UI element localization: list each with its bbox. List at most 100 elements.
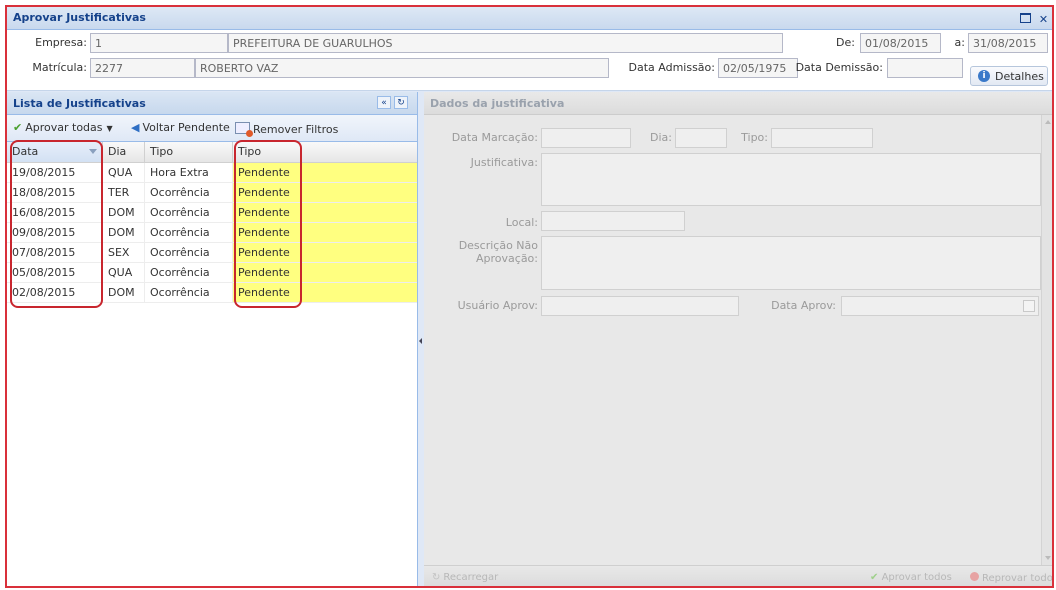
marking-date-label: Data Marcação: [451, 131, 538, 144]
column-header-dia[interactable]: Dia [103, 142, 145, 162]
close-icon: ✕ [1038, 13, 1049, 26]
cell-status: Pendente [233, 183, 417, 202]
justifications-grid: Data Dia Tipo Tipo 19/08/2015 QUA Hora E… [7, 142, 417, 303]
cell-dia: SEX [103, 243, 145, 262]
list-toolbar: ✔ Aprovar todas ▼ ◀ Voltar Pendente Remover… [7, 115, 417, 142]
details-scrollbar[interactable] [1041, 115, 1052, 565]
details-button[interactable]: i Detalhes [970, 66, 1048, 86]
justifications-list-panel: Lista de Justificativas « ↻ ✔ Aprovar tod… [7, 92, 418, 586]
cell-dia: TER [103, 183, 145, 202]
cell-data: 18/08/2015 [7, 183, 103, 202]
cell-data: 19/08/2015 [7, 163, 103, 182]
rejection-description-label-line2: Aprovação: [476, 252, 538, 265]
reject-icon [970, 572, 979, 581]
back-pending-label: Voltar Pendente [142, 121, 230, 134]
calendar-icon[interactable] [1023, 300, 1035, 312]
employee-name-field[interactable]: ROBERTO VAZ [195, 58, 609, 78]
empresa-code-field[interactable]: 1 [90, 33, 228, 53]
close-button[interactable]: ✕ [1037, 13, 1050, 26]
table-row[interactable]: 07/08/2015 SEX Ocorrência Pendente [7, 243, 417, 263]
marking-date-field[interactable] [541, 128, 631, 148]
table-row[interactable]: 05/08/2015 QUA Ocorrência Pendente [7, 263, 417, 283]
window-controls: ✕ [1017, 11, 1051, 26]
column-header-tipo[interactable]: Tipo [145, 142, 233, 162]
cell-dia: DOM [103, 203, 145, 222]
restore-button[interactable] [1019, 11, 1032, 24]
check-icon: ✔ [13, 121, 23, 134]
cell-status: Pendente [233, 163, 417, 182]
window-titlebar: Aprovar Justificativas ✕ [7, 7, 1052, 30]
remove-filter-icon [235, 122, 253, 137]
justification-textarea[interactable] [541, 153, 1041, 206]
grid-header: Data Dia Tipo Tipo [7, 142, 417, 163]
details-button-label: Detalhes [995, 70, 1044, 83]
cell-dia: DOM [103, 223, 145, 242]
cell-data: 05/08/2015 [7, 263, 103, 282]
cell-tipo: Ocorrência [145, 283, 233, 302]
matricula-field[interactable]: 2277 [90, 58, 195, 78]
rejection-description-textarea[interactable] [541, 236, 1041, 290]
date-to-label: a: [954, 36, 965, 49]
table-row[interactable]: 18/08/2015 TER Ocorrência Pendente [7, 183, 417, 203]
cell-status: Pendente [233, 263, 417, 282]
admission-date-label: Data Admissão: [628, 61, 716, 74]
location-label: Local: [505, 216, 538, 229]
chevron-down-icon: ▼ [106, 124, 113, 133]
cell-data: 16/08/2015 [7, 203, 103, 222]
reload-button-label: Recarregar [443, 572, 499, 583]
cell-status: Pendente [233, 223, 417, 242]
approve-all-button-label: Aprovar todos [881, 572, 952, 583]
cell-status: Pendente [233, 283, 417, 302]
employee-header: Empresa: 1 PREFEITURA DE GUARULHOS De: 0… [7, 30, 1052, 91]
cell-data: 07/08/2015 [7, 243, 103, 262]
justification-label: Justificativa: [470, 156, 538, 169]
approval-date-field[interactable] [841, 296, 1039, 316]
justification-details-panel: Dados da justificativa Data Marcação: Di… [424, 92, 1054, 586]
day-field[interactable] [675, 128, 727, 148]
sort-desc-icon [89, 149, 97, 154]
cell-data: 02/08/2015 [7, 283, 103, 302]
details-panel-header: Dados da justificativa [424, 92, 1052, 115]
cell-dia: DOM [103, 283, 145, 302]
column-header-status[interactable]: Tipo [233, 142, 417, 162]
reject-all-button-label: Reprovar todos [982, 573, 1054, 584]
panel-splitter[interactable] [418, 92, 423, 586]
reload-button[interactable]: ↻ Recarregar [432, 572, 498, 583]
cell-data: 09/08/2015 [7, 223, 103, 242]
scroll-down-icon[interactable] [1045, 556, 1051, 560]
approver-user-field[interactable] [541, 296, 739, 316]
scroll-up-icon[interactable] [1045, 120, 1051, 124]
back-pending-button[interactable]: ◀ Voltar Pendente [131, 121, 230, 134]
refresh-icon: ↻ [432, 572, 441, 583]
remove-filters-label: Remover Filtros [253, 123, 339, 136]
date-to-field[interactable]: 31/08/2015 [968, 33, 1048, 53]
table-row[interactable]: 16/08/2015 DOM Ocorrência Pendente [7, 203, 417, 223]
empresa-name-field[interactable]: PREFEITURA DE GUARULHOS [228, 33, 783, 53]
collapse-arrow-icon [419, 338, 422, 344]
table-row[interactable]: 19/08/2015 QUA Hora Extra Pendente [7, 163, 417, 183]
approval-date-label: Data Aprov: [771, 299, 836, 312]
cell-status: Pendente [233, 243, 417, 262]
location-field[interactable] [541, 211, 685, 231]
cell-tipo: Ocorrência [145, 183, 233, 202]
type-label: Tipo: [741, 131, 768, 144]
list-panel-header: Lista de Justificativas « ↻ [7, 92, 417, 115]
day-label: Dia: [650, 131, 672, 144]
reject-all-button[interactable]: Reprovar todos [970, 572, 1054, 584]
empresa-label: Empresa: [35, 36, 87, 49]
approve-all-dropdown[interactable]: ✔ Aprovar todas ▼ [13, 121, 113, 134]
table-row[interactable]: 09/08/2015 DOM Ocorrência Pendente [7, 223, 417, 243]
dismissal-date-field[interactable] [887, 58, 963, 78]
type-field[interactable] [771, 128, 873, 148]
list-panel-title: Lista de Justificativas [13, 97, 146, 110]
approve-all-button[interactable]: ✔ Aprovar todos [870, 572, 952, 583]
refresh-panel-icon[interactable]: ↻ [394, 96, 408, 109]
table-row[interactable]: 02/08/2015 DOM Ocorrência Pendente [7, 283, 417, 303]
date-from-label: De: [836, 36, 855, 49]
cell-dia: QUA [103, 263, 145, 282]
remove-filters-button[interactable]: Remover Filtros [235, 121, 339, 137]
restore-icon [1019, 13, 1031, 23]
approver-user-label: Usuário Aprov: [457, 299, 538, 312]
date-from-field[interactable]: 01/08/2015 [860, 33, 941, 53]
collapse-panel-icon[interactable]: « [377, 96, 391, 109]
